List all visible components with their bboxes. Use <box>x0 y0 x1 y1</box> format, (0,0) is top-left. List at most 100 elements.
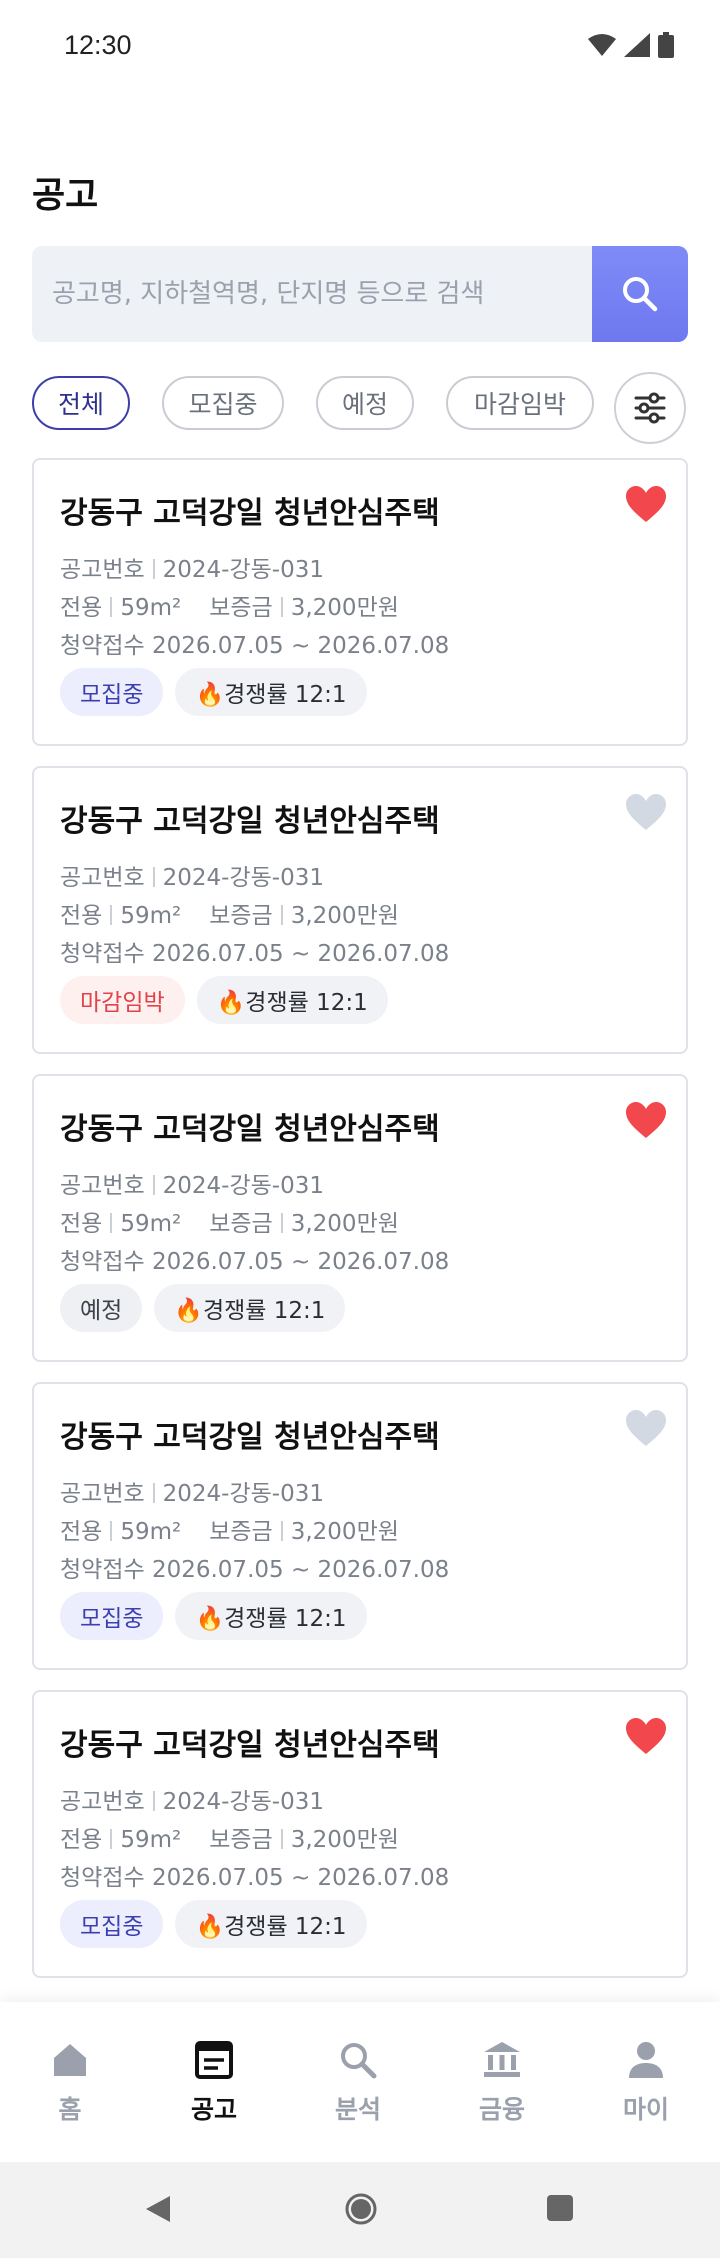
listing-card[interactable]: 강동구 고덕강일 청년안심주택 공고번호 2024-강동-031 전용 59m² 보증… <box>32 766 688 1054</box>
period-label: 청약접수 <box>60 633 145 659</box>
heart-icon[interactable] <box>624 1408 668 1448</box>
period-line: 청약접수 2026.07.05 ~ 2026.07.08 <box>60 1550 449 1584</box>
status-time: 12:30 <box>64 30 132 60</box>
listing-title: 강동구 고덕강일 청년안심주택 <box>60 1728 440 1763</box>
deposit-value: 3,200만원 <box>290 1519 399 1545</box>
search-icon <box>623 277 658 312</box>
nav-my[interactable]: 마이 <box>596 2040 696 2126</box>
listing-title: 강동구 고덕강일 청년안심주택 <box>60 496 440 531</box>
period-line: 청약접수 2026.07.05 ~ 2026.07.08 <box>60 1858 449 1892</box>
notice-line: 공고번호 2024-강동-031 <box>60 858 324 892</box>
search-input[interactable] <box>32 246 592 342</box>
period-label: 청약접수 <box>60 1557 145 1583</box>
area-label: 전용 <box>60 903 103 929</box>
status-bar: 12:30 <box>0 0 720 96</box>
period-line: 청약접수 2026.07.05 ~ 2026.07.08 <box>60 934 449 968</box>
area-value: 59m² <box>120 1827 182 1853</box>
nav-label: 마이 <box>622 2095 669 2124</box>
deposit-value: 3,200만원 <box>290 595 399 621</box>
deposit-value: 3,200만원 <box>290 903 399 929</box>
deposit-value: 3,200만원 <box>290 1211 399 1237</box>
area-label: 전용 <box>60 595 103 621</box>
search-icon <box>341 2043 377 2079</box>
nav-finance[interactable]: 금융 <box>452 2040 552 2126</box>
notice-line: 공고번호 2024-강동-031 <box>60 1166 324 1200</box>
period-label: 청약접수 <box>60 1865 145 1891</box>
period-value: 2026.07.05 ~ 2026.07.08 <box>151 1865 450 1891</box>
status-badge: 모집중 <box>60 668 164 716</box>
system-nav-bar <box>0 2162 720 2258</box>
area-value: 59m² <box>120 595 182 621</box>
area-label: 전용 <box>60 1519 103 1545</box>
filter-button[interactable] <box>614 372 686 444</box>
signal-icon <box>624 33 650 57</box>
status-badge: 모집중 <box>60 1900 164 1948</box>
listing-title: 강동구 고덕강일 청년안심주택 <box>60 1112 440 1147</box>
period-label: 청약접수 <box>60 941 145 967</box>
nav-label: 공고 <box>190 2095 237 2124</box>
listing-title: 강동구 고덕강일 청년안심주택 <box>60 1420 440 1455</box>
back-icon[interactable] <box>144 2194 172 2224</box>
area-deposit-line: 전용 59m² 보증금 3,200만원 <box>60 896 399 930</box>
listing-title: 강동구 고덕강일 청년안심주택 <box>60 804 440 839</box>
filter-chips: 전체 모집중 예정 마감임박 <box>32 372 688 452</box>
period-line: 청약접수 2026.07.05 ~ 2026.07.08 <box>60 626 449 660</box>
area-deposit-line: 전용 59m² 보증금 3,200만원 <box>60 588 399 622</box>
badges: 모집중 🔥경쟁률 12:1 <box>60 1592 367 1640</box>
search-button[interactable] <box>592 246 688 342</box>
nav-home[interactable]: 홈 <box>20 2040 120 2126</box>
sliders-icon <box>634 392 666 424</box>
bank-icon <box>484 2042 520 2077</box>
home-circle-icon[interactable] <box>345 2193 377 2225</box>
deposit-label: 보증금 <box>209 1827 273 1853</box>
page-title: 공고 <box>32 175 99 216</box>
badges: 모집중 🔥경쟁률 12:1 <box>60 668 367 716</box>
deposit-label: 보증금 <box>209 595 273 621</box>
status-icons <box>588 32 674 58</box>
home-icon <box>54 2044 86 2076</box>
notice-number: 2024-강동-031 <box>162 1173 324 1199</box>
heart-icon[interactable] <box>624 792 668 832</box>
area-deposit-line: 전용 59m² 보증금 3,200만원 <box>60 1512 399 1546</box>
listing-card[interactable]: 강동구 고덕강일 청년안심주택 공고번호 2024-강동-031 전용 59m² 보증… <box>32 458 688 746</box>
recents-icon[interactable] <box>546 2194 574 2222</box>
deposit-label: 보증금 <box>209 903 273 929</box>
competition-badge: 🔥경쟁률 12:1 <box>175 1592 367 1640</box>
period-value: 2026.07.05 ~ 2026.07.08 <box>151 633 450 659</box>
deposit-label: 보증금 <box>209 1519 273 1545</box>
notice-label: 공고번호 <box>60 1481 145 1507</box>
nav-analysis[interactable]: 분석 <box>308 2040 408 2126</box>
area-value: 59m² <box>120 1211 182 1237</box>
competition-badge: 🔥경쟁률 12:1 <box>154 1284 346 1332</box>
battery-icon <box>658 32 674 58</box>
wifi-icon <box>588 34 616 56</box>
listing-card[interactable]: 강동구 고덕강일 청년안심주택 공고번호 2024-강동-031 전용 59m² 보증… <box>32 1690 688 1978</box>
listing-card[interactable]: 강동구 고덕강일 청년안심주택 공고번호 2024-강동-031 전용 59m² 보증… <box>32 1074 688 1362</box>
chip-closing-soon[interactable]: 마감임박 <box>446 376 594 430</box>
badges: 모집중 🔥경쟁률 12:1 <box>60 1900 367 1948</box>
chip-all[interactable]: 전체 <box>32 376 130 430</box>
chip-upcoming[interactable]: 예정 <box>316 376 414 430</box>
notice-line: 공고번호 2024-강동-031 <box>60 550 324 584</box>
notice-number: 2024-강동-031 <box>162 557 324 583</box>
deposit-label: 보증금 <box>209 1211 273 1237</box>
notice-number: 2024-강동-031 <box>162 865 324 891</box>
notice-label: 공고번호 <box>60 557 145 583</box>
deposit-value: 3,200만원 <box>290 1827 399 1853</box>
heart-icon[interactable] <box>624 1716 668 1756</box>
status-badge: 마감임박 <box>60 976 185 1024</box>
notice-number: 2024-강동-031 <box>162 1481 324 1507</box>
period-line: 청약접수 2026.07.05 ~ 2026.07.08 <box>60 1242 449 1276</box>
heart-icon[interactable] <box>624 1100 668 1140</box>
notice-label: 공고번호 <box>60 1173 145 1199</box>
heart-icon[interactable] <box>624 484 668 524</box>
notice-line: 공고번호 2024-강동-031 <box>60 1782 324 1816</box>
chip-recruiting[interactable]: 모집중 <box>162 376 284 430</box>
period-value: 2026.07.05 ~ 2026.07.08 <box>151 1249 450 1275</box>
competition-badge: 🔥경쟁률 12:1 <box>175 1900 367 1948</box>
listing-card[interactable]: 강동구 고덕강일 청년안심주택 공고번호 2024-강동-031 전용 59m² 보증… <box>32 1382 688 1670</box>
notice-line: 공고번호 2024-강동-031 <box>60 1474 324 1508</box>
status-badge: 모집중 <box>60 1592 164 1640</box>
nav-notice[interactable]: 공고 <box>164 2040 264 2126</box>
nav-label: 금융 <box>478 2095 525 2124</box>
